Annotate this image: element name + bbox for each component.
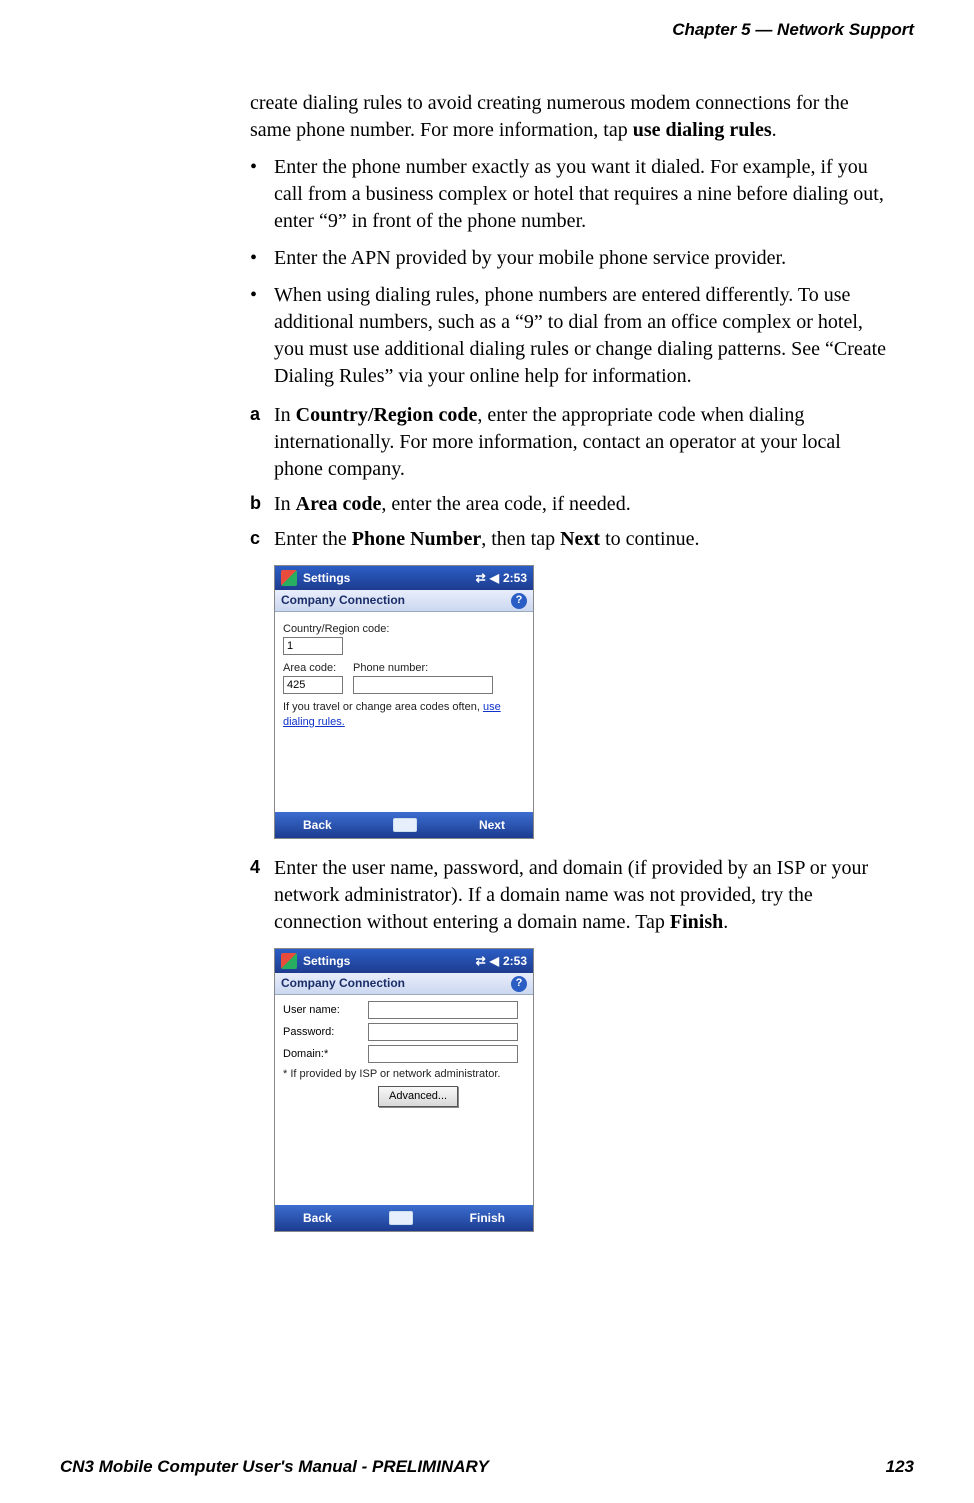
step-a: a In Country/Region code, enter the appr… <box>250 402 894 483</box>
username-input[interactable] <box>368 1001 518 1019</box>
wm-subtitle: Company Connection ? <box>275 590 533 612</box>
advanced-button[interactable]: Advanced... <box>378 1086 458 1107</box>
keyboard-icon[interactable] <box>393 818 417 832</box>
country-input[interactable] <box>283 637 343 655</box>
dialing-note: If you travel or change area codes often… <box>283 700 525 730</box>
text: . <box>723 911 728 933</box>
status-icons: ⇄ ◀ 2:53 <box>476 570 527 586</box>
text: , then tap <box>481 528 560 550</box>
text: Enter the user name, password, and domai… <box>274 857 868 933</box>
help-icon[interactable]: ? <box>511 593 527 609</box>
phone-label: Phone number: <box>353 661 525 676</box>
page-number: 123 <box>886 1457 914 1477</box>
back-button[interactable]: Back <box>303 1210 332 1226</box>
text-bold: use dialing rules <box>633 119 772 141</box>
text: , enter the area code, if needed. <box>381 493 630 515</box>
wm-title: Settings <box>303 570 476 586</box>
step-c: c Enter the Phone Number, then tap Next … <box>250 526 894 553</box>
password-label: Password: <box>283 1025 368 1040</box>
wm-body: User name: Password: Domain:* * If provi… <box>275 995 533 1205</box>
numbered-list: 4 Enter the user name, password, and dom… <box>250 855 894 936</box>
domain-label: Domain:* <box>283 1047 368 1062</box>
subtitle-text: Company Connection <box>281 592 405 608</box>
text-bold: Phone Number <box>352 528 481 550</box>
text-bold: Area code <box>296 493 382 515</box>
device-screenshot-1: Settings ⇄ ◀ 2:53 Company Connection ? C… <box>274 565 534 839</box>
text: . <box>772 119 777 141</box>
bullet-list: Enter the phone number exactly as you wa… <box>250 154 894 390</box>
phone-input[interactable] <box>353 676 493 694</box>
page-content: create dialing rules to avoid creating n… <box>250 90 894 1232</box>
wm-subtitle: Company Connection ? <box>275 973 533 995</box>
speaker-icon: ◀ <box>490 953 499 969</box>
connectivity-icon: ⇄ <box>476 953 486 969</box>
text: In <box>274 404 296 426</box>
clock-text: 2:53 <box>503 570 527 586</box>
domain-input[interactable] <box>368 1045 518 1063</box>
wm-softkeys: Back Finish <box>275 1205 533 1231</box>
step-4: 4 Enter the user name, password, and dom… <box>250 855 894 936</box>
back-button[interactable]: Back <box>303 817 332 833</box>
speaker-icon: ◀ <box>490 570 499 586</box>
step-marker: c <box>250 526 260 550</box>
windows-flag-icon <box>281 953 297 969</box>
step-b: b In Area code, enter the area code, if … <box>250 491 894 518</box>
page-footer: CN3 Mobile Computer User's Manual - PREL… <box>60 1457 914 1477</box>
finish-button[interactable]: Finish <box>470 1210 505 1226</box>
windows-flag-icon <box>281 570 297 586</box>
wm-title: Settings <box>303 953 476 969</box>
username-label: User name: <box>283 1003 368 1018</box>
footer-left: CN3 Mobile Computer User's Manual - PREL… <box>60 1457 489 1477</box>
step-marker: a <box>250 402 260 426</box>
wm-titlebar: Settings ⇄ ◀ 2:53 <box>275 949 533 973</box>
area-input[interactable] <box>283 676 343 694</box>
bullet-item: Enter the phone number exactly as you wa… <box>250 154 894 235</box>
keyboard-icon[interactable] <box>389 1211 413 1225</box>
page-header: Chapter 5 — Network Support <box>60 20 914 40</box>
area-label: Area code: <box>283 661 343 676</box>
text: Enter the <box>274 528 352 550</box>
text: to continue. <box>600 528 699 550</box>
connectivity-icon: ⇄ <box>476 570 486 586</box>
lettered-list: a In Country/Region code, enter the appr… <box>250 402 894 553</box>
domain-note: * If provided by ISP or network administ… <box>283 1067 525 1082</box>
text: In <box>274 493 296 515</box>
text-bold: Finish <box>670 911 723 933</box>
intro-paragraph: create dialing rules to avoid creating n… <box>250 90 894 144</box>
clock-text: 2:53 <box>503 953 527 969</box>
wm-titlebar: Settings ⇄ ◀ 2:53 <box>275 566 533 590</box>
bullet-item: Enter the APN provided by your mobile ph… <box>250 245 894 272</box>
text-bold: Country/Region code <box>296 404 478 426</box>
next-button[interactable]: Next <box>479 817 505 833</box>
country-label: Country/Region code: <box>283 622 525 637</box>
wm-softkeys: Back Next <box>275 812 533 838</box>
step-marker: b <box>250 491 261 515</box>
bullet-item: When using dialing rules, phone numbers … <box>250 282 894 390</box>
subtitle-text: Company Connection <box>281 975 405 991</box>
wm-body: Country/Region code: Area code: Phone nu… <box>275 612 533 812</box>
note-text: If you travel or change area codes often… <box>283 701 483 713</box>
status-icons: ⇄ ◀ 2:53 <box>476 953 527 969</box>
step-marker: 4 <box>250 855 260 879</box>
help-icon[interactable]: ? <box>511 976 527 992</box>
device-screenshot-2: Settings ⇄ ◀ 2:53 Company Connection ? U… <box>274 948 534 1232</box>
text-bold: Next <box>560 528 600 550</box>
password-input[interactable] <box>368 1023 518 1041</box>
